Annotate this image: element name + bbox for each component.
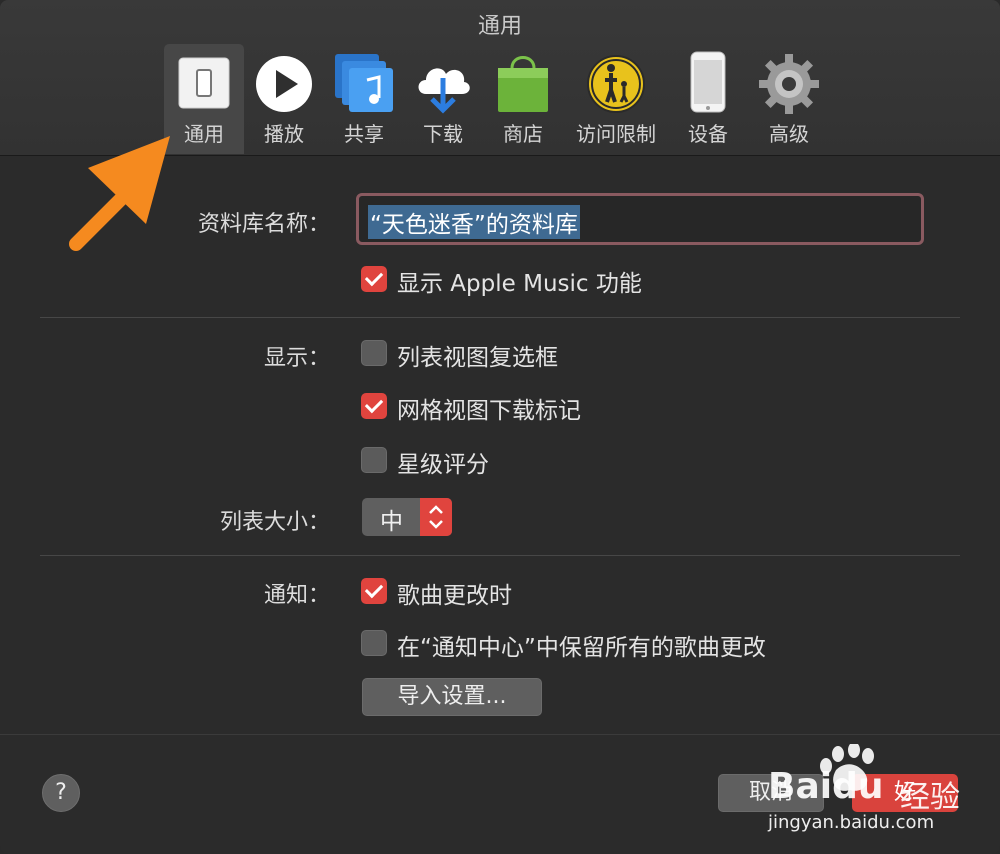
- tab-downloads[interactable]: 下载: [404, 44, 482, 154]
- cloud-download-icon: [418, 68, 470, 114]
- tab-sharing[interactable]: 共享: [326, 44, 402, 154]
- tab-advanced[interactable]: 高级: [750, 44, 828, 154]
- iphone-icon: [690, 51, 726, 113]
- tab-advanced-label: 高级: [769, 122, 809, 146]
- window-title: 通用: [477, 14, 522, 39]
- tab-restrictions[interactable]: 访问限制: [568, 44, 664, 154]
- toggle-switch-icon: [178, 57, 230, 109]
- baidu-watermark: Baidu 经验 jingyan.baidu.com: [760, 742, 990, 844]
- tab-store[interactable]: 商店: [484, 44, 562, 154]
- song-change-label: 歌曲更改时: [397, 583, 512, 609]
- star-ratings-label: 星级评分: [397, 452, 489, 478]
- divider: [40, 317, 960, 318]
- play-icon: [256, 56, 312, 112]
- shared-music-icon: [335, 54, 393, 112]
- list-size-label: 列表大小：: [219, 510, 330, 535]
- divider: [0, 734, 1000, 735]
- notify-label: 通知：: [263, 583, 330, 608]
- apple-music-checkbox[interactable]: [361, 266, 387, 292]
- tab-store-label: 商店: [503, 122, 543, 146]
- watermark-brand-cn: 经验: [900, 780, 960, 815]
- chevron-updown-icon: [420, 498, 452, 536]
- library-name-label: 资料库名称：: [197, 212, 330, 237]
- gear-icon: [759, 54, 819, 114]
- keep-in-notification-center-checkbox[interactable]: [361, 630, 387, 656]
- list-size-popup[interactable]: 中: [362, 498, 452, 536]
- song-change-checkbox[interactable]: [361, 578, 387, 604]
- apple-music-label: 显示 Apple Music 功能: [397, 271, 642, 297]
- annotation-arrow-icon: [69, 136, 170, 251]
- grid-download-badges-label: 网格视图下载标记: [397, 398, 581, 424]
- keep-in-notification-center-label: 在“通知中心”中保留所有的歌曲更改: [397, 635, 766, 661]
- tab-playback-label: 播放: [264, 122, 304, 146]
- grid-download-badges-checkbox[interactable]: [361, 393, 387, 419]
- tab-downloads-label: 下载: [423, 122, 463, 146]
- watermark-brand: Baidu: [768, 766, 884, 807]
- parental-control-icon: [587, 55, 645, 113]
- list-view-checkboxes-checkbox[interactable]: [361, 340, 387, 366]
- tab-devices-label: 设备: [688, 122, 728, 146]
- tab-playback[interactable]: 播放: [246, 44, 322, 154]
- divider: [40, 555, 960, 556]
- preferences-window: 通用 通用 播放 共享 下载 商店 访问限制 设备 高级 资料库名称： “天色迷…: [0, 0, 1000, 854]
- list-view-checkboxes-label: 列表视图复选框: [397, 345, 558, 371]
- watermark-url: jingyan.baidu.com: [768, 812, 935, 833]
- help-button[interactable]: ?: [42, 774, 80, 812]
- tab-restrictions-label: 访问限制: [576, 122, 656, 146]
- tab-sharing-label: 共享: [344, 122, 384, 146]
- shopping-bag-icon: [498, 56, 548, 112]
- import-settings-button[interactable]: 导入设置...: [362, 678, 542, 716]
- list-size-value: 中: [380, 509, 403, 535]
- library-name-field[interactable]: “天色迷香”的资料库: [356, 193, 924, 245]
- tab-devices[interactable]: 设备: [670, 44, 746, 154]
- star-ratings-checkbox[interactable]: [361, 447, 387, 473]
- library-name-value: “天色迷香”的资料库: [368, 205, 580, 239]
- display-label: 显示：: [263, 346, 330, 371]
